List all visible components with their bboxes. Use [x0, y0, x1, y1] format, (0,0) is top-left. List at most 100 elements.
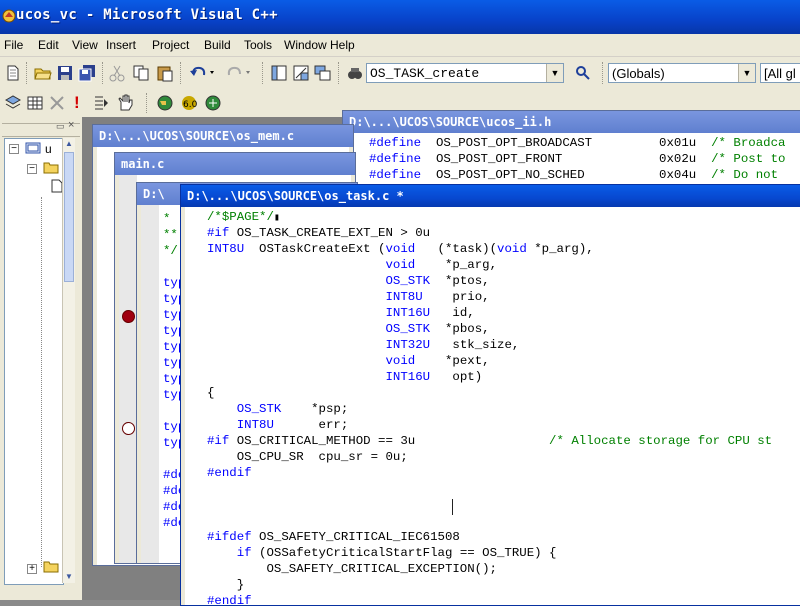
expand-plus-icon[interactable]: +: [27, 564, 37, 574]
output-window-icon[interactable]: [292, 64, 310, 82]
window-caption-text: main.c: [121, 157, 165, 171]
menu-bar: File Edit View Insert Project Build Tool…: [0, 34, 800, 57]
toolbar-separator: [602, 62, 606, 84]
window-caption[interactable]: main.c: [115, 153, 355, 175]
version-icon[interactable]: 6.0: [180, 94, 198, 112]
new-file-icon[interactable]: [4, 64, 22, 82]
undo-icon[interactable]: [188, 64, 218, 82]
code-line: #define OS_POST_OPT_NO_SCHED 0x04u /* Do…: [369, 168, 778, 182]
expand-minus-icon[interactable]: −: [9, 144, 19, 154]
breakpoint-icon[interactable]: [122, 310, 135, 323]
window-caption[interactable]: D:\...\UCOS\SOURCE\os_task.c *: [181, 185, 800, 207]
cut-icon[interactable]: [108, 64, 126, 82]
find-in-files-icon[interactable]: [346, 64, 364, 82]
code-line: #define OS_POST_OPT_FRONT 0x02u /* Post …: [369, 152, 786, 166]
menu-edit[interactable]: Edit: [38, 38, 59, 52]
window-title: ucos_vc - Microsoft Visual C++: [16, 7, 278, 23]
open-folder-icon[interactable]: [34, 64, 52, 82]
save-icon[interactable]: [56, 64, 74, 82]
paste-icon[interactable]: [156, 64, 174, 82]
code-line: {: [207, 386, 215, 400]
tree-line: [41, 197, 43, 567]
scrollbar-thumb[interactable]: [64, 152, 74, 282]
toolbar-separator: [102, 62, 106, 84]
copy-icon[interactable]: [132, 64, 150, 82]
find-combo-value: OS_TASK_create: [370, 66, 480, 81]
code-line: INT32U stk_size,: [385, 338, 520, 352]
ibeam-cursor-icon: [452, 499, 454, 515]
find-icon[interactable]: [574, 64, 592, 82]
code-line: if (OSSafetyCriticalStartFlag == OS_TRUE…: [236, 546, 557, 560]
code-line: #ifdef OS_SAFETY_CRITICAL_IEC61508: [207, 530, 460, 544]
code-line: INT8U prio,: [385, 290, 490, 304]
toolbar-separator: [262, 62, 266, 84]
wizard-icon[interactable]: [204, 94, 222, 112]
toolbar-separator: [146, 93, 150, 113]
window-caption[interactable]: D:\...\UCOS\SOURCE\ucos_ii.h: [343, 111, 800, 133]
editor-window-os-task-c[interactable]: D:\...\UCOS\SOURCE\os_task.c * /*$PAGE*/…: [180, 184, 800, 606]
standard-toolbar: OS_TASK_create ▼ (Globals) ▼ [All gl: [0, 57, 800, 89]
disabled-breakpoint-icon[interactable]: [122, 422, 135, 435]
menu-insert[interactable]: Insert: [106, 38, 136, 52]
code-line: OS_STK *pbos,: [385, 322, 490, 336]
chevron-down-icon[interactable]: ▼: [738, 64, 755, 82]
go-icon[interactable]: [92, 94, 110, 112]
code-line: #endif: [207, 594, 252, 605]
code-line: */: [163, 244, 178, 258]
menu-window[interactable]: Window: [284, 38, 327, 52]
window-caption-text: D:\: [143, 187, 165, 201]
breakpoint-gutter[interactable]: [119, 175, 137, 563]
close-icon[interactable]: ×: [68, 119, 74, 131]
globe-icon[interactable]: [156, 94, 174, 112]
menu-file[interactable]: File: [4, 38, 23, 52]
workspace-icon[interactable]: [270, 64, 288, 82]
scope-combo-value: (Globals): [612, 66, 665, 81]
members-combo[interactable]: [All gl: [760, 63, 800, 83]
hand-icon[interactable]: [116, 94, 134, 112]
window-caption[interactable]: D:\...\UCOS\SOURCE\os_mem.c: [93, 125, 353, 147]
workspace-icon: [25, 142, 41, 154]
menu-project[interactable]: Project: [152, 38, 189, 52]
execute-icon[interactable]: !: [74, 93, 80, 113]
editor-body[interactable]: /*$PAGE*/▮ #if OS_TASK_CREATE_EXT_EN > 0u…: [185, 207, 800, 605]
code-line: *: [163, 212, 171, 226]
tree-root-label: u: [45, 142, 52, 156]
window-list-icon[interactable]: [314, 64, 332, 82]
scope-combo[interactable]: (Globals) ▼: [608, 63, 756, 83]
redo-icon[interactable]: [224, 64, 254, 82]
code-line: OS_SAFETY_CRITICAL_EXCEPTION();: [207, 562, 497, 576]
menu-help[interactable]: Help: [330, 38, 355, 52]
save-all-icon[interactable]: [78, 64, 96, 82]
expand-minus-icon[interactable]: −: [27, 164, 37, 174]
scroll-down-icon[interactable]: ▼: [63, 571, 75, 583]
breakpoint-gutter[interactable]: [141, 205, 159, 563]
chevron-down-icon[interactable]: ▼: [546, 64, 563, 82]
code-line: #endif: [207, 466, 252, 480]
find-combo[interactable]: OS_TASK_create ▼: [366, 63, 564, 83]
file-tree[interactable]: − u − +: [4, 138, 64, 585]
app-icon: [2, 9, 16, 23]
workspace-scrollbar[interactable]: ▲ ▼: [62, 138, 75, 583]
code-line: OS_STK *psp;: [236, 402, 349, 416]
menu-build[interactable]: Build: [204, 38, 231, 52]
members-combo-value: [All gl: [764, 66, 796, 81]
menu-tools[interactable]: Tools: [244, 38, 272, 52]
folder-icon: [43, 162, 59, 174]
scroll-up-icon[interactable]: ▲: [63, 138, 75, 150]
window-caption-text: D:\...\UCOS\SOURCE\ucos_ii.h: [349, 115, 552, 129]
code-line: INT8U OSTaskCreateExt (void (*task)(void…: [207, 242, 594, 256]
title-bar: ucos_vc - Microsoft Visual C++: [0, 0, 800, 34]
code-line: void *pext,: [385, 354, 490, 368]
compile-icon[interactable]: [4, 94, 22, 112]
toolbar-separator: [26, 62, 30, 84]
code-line: }: [207, 578, 245, 592]
folder-icon: [43, 561, 59, 573]
code-line: OS_STK *ptos,: [385, 274, 490, 288]
code-line: void *p_arg,: [385, 258, 498, 272]
build-icon[interactable]: [26, 94, 44, 112]
stop-build-icon[interactable]: [48, 94, 66, 112]
svg-text:6.0: 6.0: [183, 100, 198, 110]
minimize-icon[interactable]: ▭: [56, 121, 65, 132]
menu-view[interactable]: View: [72, 38, 98, 52]
code-line: INT8U err;: [236, 418, 349, 432]
